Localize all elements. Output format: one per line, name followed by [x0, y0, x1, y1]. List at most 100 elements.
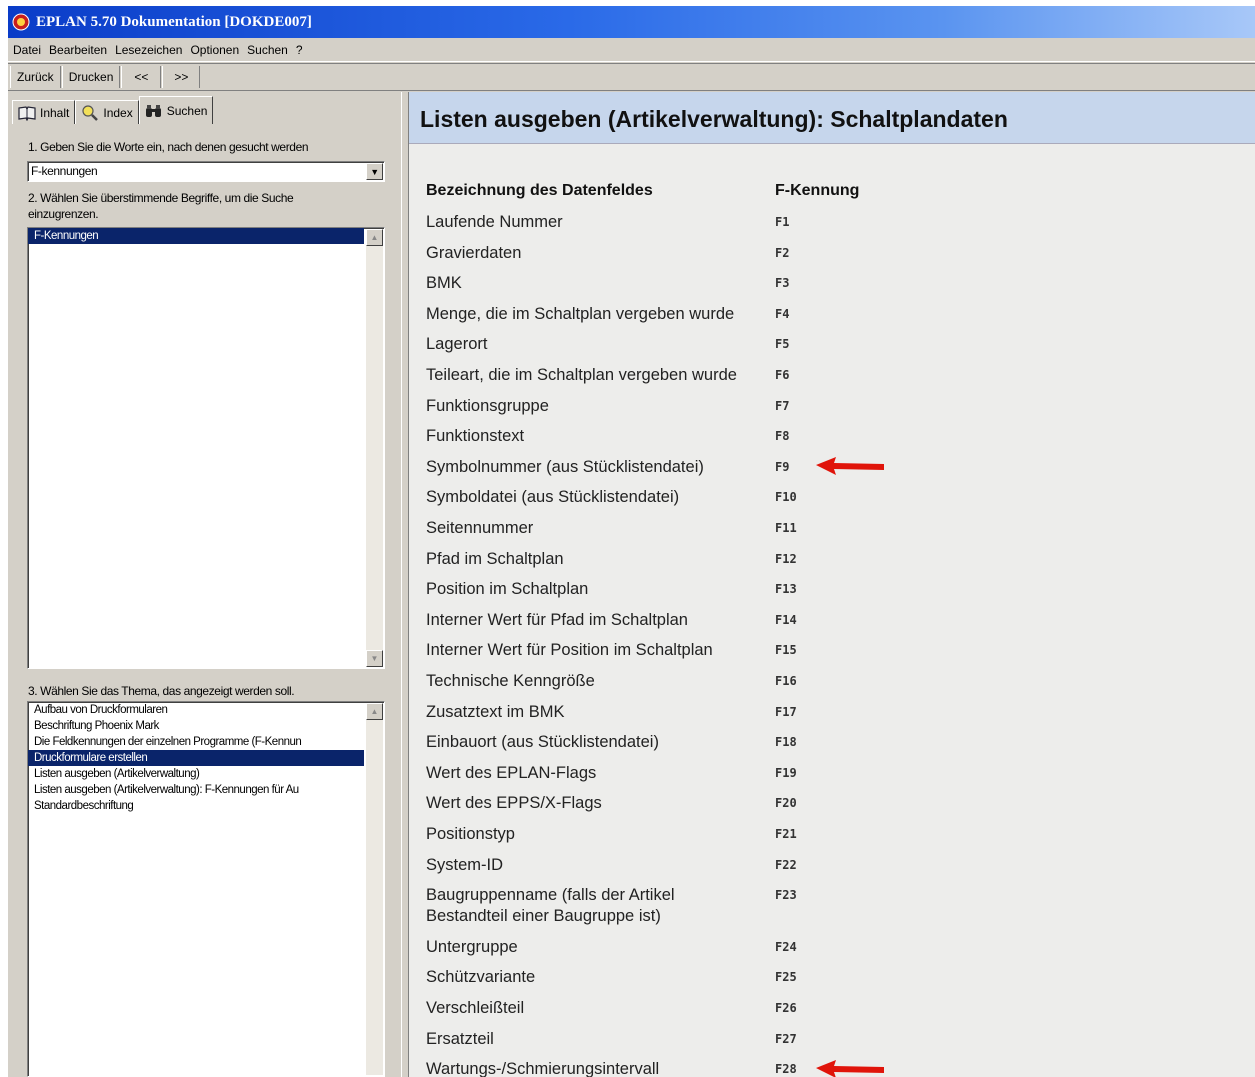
- table-row-code: F27: [775, 1031, 797, 1046]
- tab-index[interactable]: Index: [75, 100, 139, 124]
- scrollbar[interactable]: ▲ ▼: [366, 229, 383, 667]
- navigation-pane: Inhalt Index Suchen 1. Geben Sie die Wor…: [8, 92, 401, 1077]
- table-row-code: F28: [775, 1062, 797, 1077]
- next-button[interactable]: >>: [162, 66, 201, 88]
- table-row-name-cont: Bestandteil einer Baugruppe ist): [426, 907, 661, 926]
- table-row-name: Baugruppenname (falls der Artikel: [426, 886, 675, 905]
- table-row-name: Schützvariante: [426, 968, 536, 987]
- table-row-code: F6: [775, 368, 790, 382]
- table-row-code: F2: [775, 245, 790, 260]
- window-title: EPLAN 5.70 Dokumentation [DOKDE007]: [36, 13, 312, 30]
- table-row-code: F14: [775, 612, 797, 627]
- search-step2-label: 2. Wählen Sie überstimmende Begriffe, um…: [28, 191, 294, 205]
- app-window: EPLAN 5.70 Dokumentation [DOKDE007] Date…: [8, 6, 1255, 1077]
- scrollbar[interactable]: ▲: [366, 703, 383, 1075]
- table-row-name: Gravierdaten: [426, 243, 522, 262]
- list-item[interactable]: Listen ausgeben (Artikelverwaltung): F-K…: [28, 782, 364, 798]
- search-step3-label: 3. Wählen Sie das Thema, das angezeigt w…: [28, 684, 295, 698]
- table-row-code: F16: [775, 674, 797, 688]
- scroll-up-icon[interactable]: ▲: [366, 703, 383, 720]
- title-bar[interactable]: EPLAN 5.70 Dokumentation [DOKDE007]: [8, 6, 1255, 38]
- tab-index-label: Index: [103, 105, 133, 120]
- table-row-name: Ersatzteil: [426, 1029, 494, 1048]
- table-row-name: Lagerort: [426, 335, 488, 354]
- list-item[interactable]: Listen ausgeben (Artikelverwaltung): [28, 766, 364, 782]
- table-row-name: Seitennummer: [426, 519, 534, 537]
- matching-terms-list[interactable]: F-Kennungen ▲ ▼: [27, 227, 385, 669]
- topics-list[interactable]: Aufbau von Druckformularen Beschriftung …: [27, 701, 385, 1077]
- column-header-code: F-Kennung: [775, 182, 860, 199]
- table-row-name: Teileart, die im Schaltplan vergeben wur…: [426, 366, 737, 384]
- table-row-name: Positionstyp: [426, 825, 515, 843]
- table-row-code: F17: [775, 704, 797, 719]
- menu-bearbeiten[interactable]: Bearbeiten: [49, 43, 107, 57]
- table-row-code: F4: [775, 306, 790, 321]
- menu-suchen[interactable]: Suchen: [247, 43, 288, 57]
- magnifier-icon: [82, 104, 99, 121]
- table-row-name: Technische Kenngröße: [426, 672, 595, 690]
- red-arrow-icon: [816, 1060, 884, 1077]
- chevron-down-icon[interactable]: ▼: [366, 163, 383, 180]
- table-row-name: Einbauort (aus Stücklistendatei): [426, 733, 659, 752]
- table-row-code: F25: [775, 970, 797, 985]
- topic-header: Listen ausgeben (Artikelverwaltung): Sch…: [409, 92, 1255, 144]
- menu-lesezeichen[interactable]: Lesezeichen: [115, 43, 182, 57]
- table-row-name: Menge, die im Schaltplan vergeben wurde: [426, 304, 735, 323]
- list-item[interactable]: Aufbau von Druckformularen: [28, 702, 364, 718]
- table-row-name: Verschleißteil: [426, 999, 525, 1017]
- table-row-name: Untergruppe: [426, 937, 518, 956]
- scroll-down-icon[interactable]: ▼: [366, 650, 383, 667]
- menu-help[interactable]: ?: [296, 43, 303, 57]
- eplan-app-icon: [12, 13, 30, 31]
- previous-button[interactable]: <<: [121, 66, 162, 88]
- table-row-name: Wert des EPPS/X-Flags: [426, 794, 602, 813]
- menu-bar: Datei Bearbeiten Lesezeichen Optionen Su…: [8, 38, 1255, 62]
- tab-search-label: Suchen: [166, 103, 208, 118]
- list-item[interactable]: Standardbeschriftung: [28, 798, 364, 814]
- table-row-code: F8: [775, 429, 790, 444]
- table-row-code: F5: [775, 337, 790, 352]
- table-row-name: Funktionstext: [426, 427, 525, 446]
- back-button[interactable]: Zurück: [10, 66, 61, 88]
- red-arrow-icon: [816, 457, 884, 475]
- table-row-name: Wert des EPLAN-Flags: [426, 763, 597, 782]
- print-button[interactable]: Drucken: [61, 66, 121, 88]
- table-row-name: BMK: [426, 274, 462, 293]
- table-row-code: F10: [775, 490, 797, 505]
- toolbar: Zurück Drucken << >>: [8, 63, 1255, 91]
- column-header-name: Bezeichnung des Datenfeldes: [426, 182, 653, 199]
- table-row-name: Zusatztext im BMK: [426, 702, 565, 721]
- table-row-code: F23: [775, 888, 797, 903]
- table-row-code: F20: [775, 796, 797, 811]
- table-row-code: F15: [775, 643, 797, 658]
- scroll-up-icon[interactable]: ▲: [366, 229, 383, 246]
- table-row-name: System-ID: [426, 855, 504, 874]
- table-row-name: Position im Schaltplan: [426, 580, 589, 599]
- table-row-code: F18: [775, 735, 797, 750]
- search-input-value: F-kennungen: [31, 164, 98, 178]
- table-row-code: F1: [775, 215, 790, 229]
- list-item[interactable]: Beschriftung Phoenix Mark: [28, 718, 364, 734]
- list-item[interactable]: Druckformulare erstellen: [28, 750, 364, 766]
- book-icon: [18, 105, 36, 121]
- table-row-code: F21: [775, 827, 797, 841]
- table-row-name: Symboldatei (aus Stücklistendatei): [426, 488, 680, 507]
- tab-contents[interactable]: Inhalt: [12, 100, 76, 124]
- table-row-code: F7: [775, 398, 790, 413]
- table-row-code: F11: [775, 521, 797, 535]
- table-row-code: F22: [775, 857, 797, 872]
- list-item[interactable]: Die Feldkennungen der einzelnen Programm…: [28, 734, 364, 750]
- menu-optionen[interactable]: Optionen: [190, 43, 239, 57]
- page-title: Listen ausgeben (Artikelverwaltung): Sch…: [420, 106, 1008, 132]
- pane-splitter[interactable]: [401, 92, 409, 1077]
- table-row-name: Interner Wert für Position im Schaltplan: [426, 641, 713, 660]
- search-input[interactable]: F-kennungen ▼: [27, 161, 385, 182]
- menu-datei[interactable]: Datei: [13, 43, 41, 57]
- table-row-name: Interner Wert für Pfad im Schaltplan: [426, 610, 688, 629]
- topic-pane: Listen ausgeben (Artikelverwaltung): Sch…: [409, 92, 1255, 1077]
- tab-search[interactable]: Suchen: [138, 96, 214, 124]
- table-row-code: F26: [775, 1001, 797, 1015]
- table-row-name: Funktionsgruppe: [426, 396, 549, 415]
- list-item[interactable]: F-Kennungen: [28, 228, 364, 244]
- table-row-code: F13: [775, 582, 797, 597]
